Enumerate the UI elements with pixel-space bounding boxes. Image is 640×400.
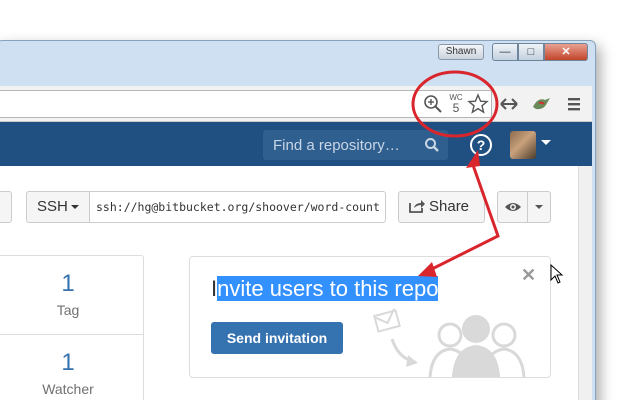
invite-title-selected: nvite users to this repo (217, 276, 439, 301)
watch-divider (527, 191, 528, 223)
share-icon (409, 200, 425, 213)
address-bar[interactable] (0, 90, 492, 118)
clone-button-partial[interactable] (0, 191, 12, 223)
star-icon-svg (467, 93, 489, 114)
mouse-cursor (550, 264, 564, 284)
clone-url-field[interactable]: ssh://hg@bitbucket.org/shoover/word-coun… (89, 191, 386, 223)
hamburger-menu-icon-svg (568, 98, 580, 111)
hamburger-menu-icon[interactable] (563, 93, 585, 115)
zoom-in-icon[interactable] (422, 93, 444, 115)
page-scrollbar[interactable] (578, 166, 592, 400)
avatar[interactable] (510, 131, 536, 159)
minimize-button[interactable]: — (492, 43, 518, 61)
zoom-in-icon-svg (424, 95, 442, 113)
word-count-extension[interactable]: WC 5 (446, 93, 466, 115)
help-icon[interactable]: ? (470, 134, 492, 156)
send-invitation-button[interactable]: Send invitation (211, 322, 343, 354)
star-icon[interactable] (467, 93, 489, 115)
invite-title: Invite users to this repo (211, 276, 439, 302)
repo-search-placeholder: Find a repository… (273, 137, 400, 154)
tag-count[interactable]: 1 (38, 270, 98, 298)
watcher-count[interactable]: 1 (38, 349, 98, 377)
bird-extension-icon-svg (533, 98, 550, 110)
search-icon[interactable] (424, 137, 440, 153)
close-window-button[interactable]: ✕ (544, 43, 588, 61)
maximize-button[interactable]: □ (518, 43, 544, 61)
tag-label[interactable]: Tag (28, 302, 108, 318)
chevron-down-icon[interactable] (541, 140, 551, 145)
invite-users-illustration (373, 308, 526, 377)
arrows-icon-svg (500, 98, 518, 110)
wc-count: 5 (452, 101, 460, 115)
protocol-label: SSH (37, 198, 68, 215)
chevron-down-icon[interactable] (535, 205, 543, 209)
watcher-label[interactable]: Watcher (28, 381, 108, 397)
stats-divider (0, 334, 144, 335)
chevron-down-icon (70, 205, 79, 210)
profile-name-badge[interactable]: Shawn (438, 44, 484, 60)
arrows-icon[interactable] (498, 93, 520, 115)
eye-icon (505, 203, 521, 211)
close-icon[interactable]: ✕ (521, 265, 536, 286)
desktop-background (0, 0, 640, 40)
protocol-dropdown[interactable]: SSH (26, 191, 90, 223)
bird-extension-icon[interactable] (530, 93, 552, 115)
